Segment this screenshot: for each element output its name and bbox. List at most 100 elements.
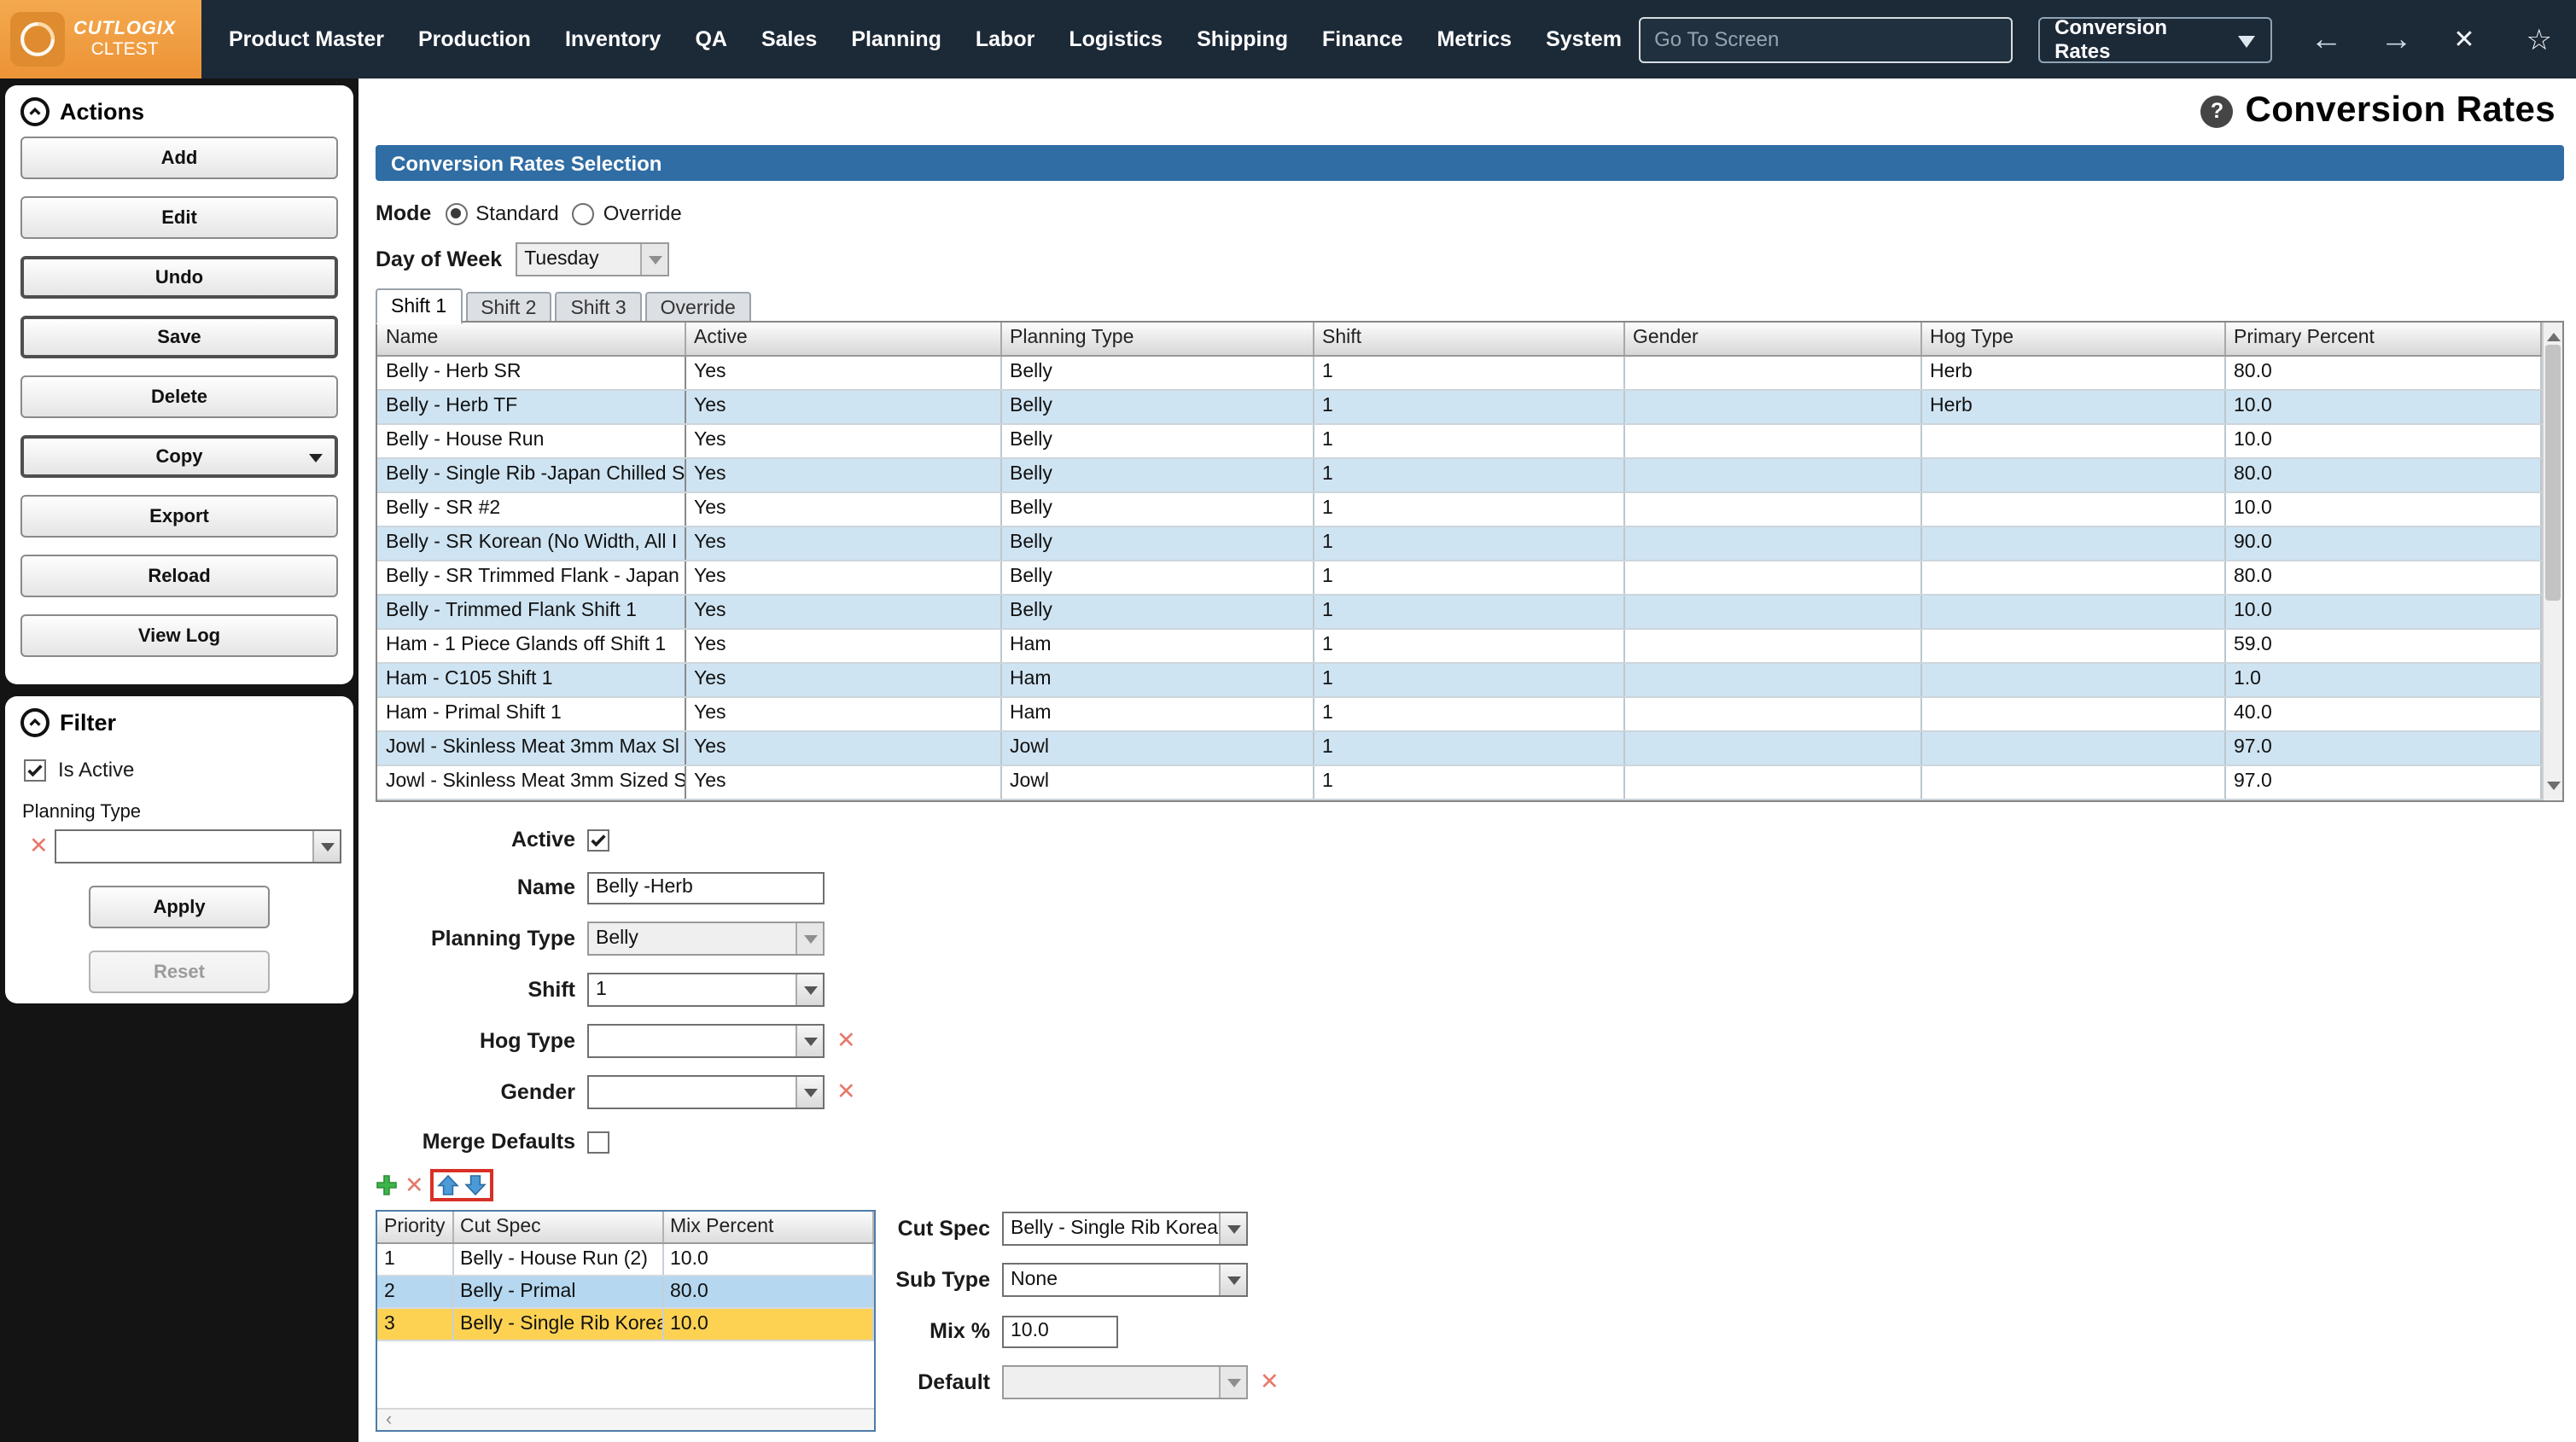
menu-item-product-master[interactable]: Product Master	[212, 0, 401, 78]
mode-radio-standard[interactable]: Standard	[445, 201, 558, 225]
copy-button[interactable]: Copy	[20, 435, 338, 478]
table-row[interactable]: Ham - C105 Shift 1YesHam11.0	[377, 662, 2541, 696]
grid-vertical-scrollbar[interactable]	[2542, 323, 2562, 800]
menu-item-production[interactable]: Production	[401, 0, 548, 78]
close-icon[interactable]: ✕	[2453, 26, 2474, 52]
menu-item-labor[interactable]: Labor	[959, 0, 1052, 78]
table-cell: Herb	[1920, 355, 2224, 389]
table-row[interactable]: Ham - Primal Shift 1YesHam140.0	[377, 696, 2541, 730]
day-of-week-select[interactable]: Tuesday	[516, 242, 669, 276]
is-active-checkbox[interactable]	[24, 759, 46, 781]
back-icon[interactable]: ←	[2310, 23, 2342, 55]
column-header-shift[interactable]: Shift	[1313, 323, 1623, 355]
table-row[interactable]: Belly - SR Trimmed Flank - JapanYesBelly…	[377, 560, 2541, 594]
collapse-panel-icon[interactable]	[20, 708, 50, 737]
clear-default-icon[interactable]: ✕	[1260, 1371, 1279, 1394]
reload-button[interactable]: Reload	[20, 555, 338, 597]
menu-item-finance[interactable]: Finance	[1305, 0, 1420, 78]
horizontal-scroll-hint[interactable]: ‹	[377, 1408, 874, 1430]
table-row[interactable]: Belly - SR Korean (No Width, All IYesBel…	[377, 526, 2541, 560]
planning-type-select[interactable]: Belly	[587, 922, 825, 956]
undo-button[interactable]: Undo	[20, 256, 338, 299]
menu-item-inventory[interactable]: Inventory	[548, 0, 679, 78]
table-row[interactable]: Belly - SR #2YesBelly110.0	[377, 491, 2541, 526]
default-select[interactable]	[1002, 1365, 1248, 1399]
table-cell: Belly - SR Trimmed Flank - Japan	[377, 560, 685, 594]
table-row[interactable]: Belly - Trimmed Flank Shift 1YesBelly110…	[377, 594, 2541, 628]
menu-item-sales[interactable]: Sales	[744, 0, 834, 78]
tab-shift-2[interactable]: Shift 2	[465, 292, 551, 324]
table-row[interactable]: Belly - Single Rib -Japan Chilled SYesBe…	[377, 457, 2541, 491]
cut-spec-row[interactable]: 3Belly - Single Rib Korea10.0	[377, 1307, 873, 1340]
column-header-cut-spec[interactable]: Cut Spec	[452, 1212, 662, 1242]
clear-filter-icon[interactable]: ✕	[29, 835, 49, 858]
column-header-name[interactable]: Name	[377, 323, 685, 355]
table-row[interactable]: Jowl - Skinless Meat 3mm Max SlYesJowl19…	[377, 730, 2541, 765]
table-row[interactable]: Belly - Herb TFYesBelly1Herb10.0	[377, 389, 2541, 423]
column-header-gender[interactable]: Gender	[1623, 323, 1920, 355]
sub-type-select[interactable]: None	[1002, 1263, 1248, 1297]
apply-button[interactable]: Apply	[89, 886, 270, 928]
clear-hog-type-icon[interactable]: ✕	[836, 1030, 856, 1053]
reset-button[interactable]: Reset	[89, 951, 270, 993]
menu-item-shipping[interactable]: Shipping	[1180, 0, 1305, 78]
page-title: Conversion Rates	[2245, 90, 2556, 131]
table-row[interactable]: Jowl - Skinless Meat 5mm Max SlYesJowl19…	[377, 799, 2541, 800]
environment-label: CLTEST	[73, 40, 176, 61]
menu-item-system[interactable]: System	[1529, 0, 1639, 78]
screen-selector-dropdown[interactable]: Conversion Rates	[2037, 16, 2272, 62]
favorite-star-icon[interactable]: ☆	[2526, 25, 2553, 54]
column-header-planning-type[interactable]: Planning Type	[1000, 323, 1313, 355]
app-logo[interactable]: CUTLOGIX CLTEST	[0, 0, 201, 78]
active-checkbox[interactable]	[587, 829, 609, 851]
column-header-priority[interactable]: Priority	[377, 1212, 452, 1242]
scroll-down-icon[interactable]	[2547, 782, 2561, 797]
delete-row-icon[interactable]: ✕	[405, 1174, 424, 1197]
delete-button[interactable]: Delete	[20, 375, 338, 418]
cut-spec-row[interactable]: 2Belly - Primal80.0	[377, 1275, 873, 1307]
mix-percent-input[interactable]	[1002, 1315, 1118, 1347]
mode-radio-override[interactable]: Override	[573, 201, 682, 225]
tab-override[interactable]: Override	[645, 292, 751, 324]
filter-planning-type-select[interactable]	[55, 829, 341, 863]
table-cell	[1920, 423, 2224, 457]
help-icon[interactable]: ?	[2200, 95, 2233, 127]
tab-shift-1[interactable]: Shift 1	[376, 288, 462, 324]
menu-item-metrics[interactable]: Metrics	[1420, 0, 1530, 78]
menu-item-logistics[interactable]: Logistics	[1052, 0, 1180, 78]
view-log-button[interactable]: View Log	[20, 614, 338, 657]
move-down-icon[interactable]	[465, 1174, 487, 1196]
cut-spec-row[interactable]: 1Belly - House Run (2)10.0	[377, 1242, 873, 1275]
export-button[interactable]: Export	[20, 495, 338, 538]
table-row[interactable]: Jowl - Skinless Meat 3mm Sized SYesJowl1…	[377, 765, 2541, 799]
table-row[interactable]: Belly - House RunYesBelly110.0	[377, 423, 2541, 457]
name-input[interactable]	[587, 871, 825, 904]
clear-gender-icon[interactable]: ✕	[836, 1081, 856, 1104]
column-header-primary-percent[interactable]: Primary Percent	[2224, 323, 2541, 355]
hog-type-select[interactable]	[587, 1024, 825, 1058]
forward-icon[interactable]: →	[2380, 23, 2412, 55]
merge-defaults-checkbox[interactable]	[587, 1131, 609, 1153]
menu-item-planning[interactable]: Planning	[834, 0, 959, 78]
menu-item-qa[interactable]: QA	[678, 0, 744, 78]
scroll-left-icon[interactable]: ‹	[386, 1410, 392, 1429]
cut-spec-select[interactable]: Belly - Single Rib Korea	[1002, 1212, 1248, 1246]
gender-select[interactable]	[587, 1075, 825, 1109]
add-button[interactable]: Add	[20, 137, 338, 179]
edit-button[interactable]: Edit	[20, 196, 338, 239]
table-row[interactable]: Belly - Herb SRYesBelly1Herb80.0	[377, 355, 2541, 389]
add-row-icon[interactable]	[376, 1174, 398, 1196]
topbar: CUTLOGIX CLTEST Product MasterProduction…	[0, 0, 2576, 78]
go-to-screen-input[interactable]	[1639, 16, 2012, 62]
table-row[interactable]: Ham - 1 Piece Glands off Shift 1YesHam15…	[377, 628, 2541, 662]
scroll-up-icon[interactable]	[2547, 326, 2561, 341]
tab-shift-3[interactable]: Shift 3	[555, 292, 641, 324]
scrollbar-thumb[interactable]	[2545, 345, 2561, 601]
column-header-active[interactable]: Active	[685, 323, 1000, 355]
move-up-icon[interactable]	[438, 1174, 460, 1196]
table-cell	[1920, 560, 2224, 594]
save-button[interactable]: Save	[20, 316, 338, 358]
collapse-panel-icon[interactable]	[20, 97, 50, 126]
shift-select[interactable]: 1	[587, 973, 825, 1007]
column-header-hog-type[interactable]: Hog Type	[1920, 323, 2224, 355]
